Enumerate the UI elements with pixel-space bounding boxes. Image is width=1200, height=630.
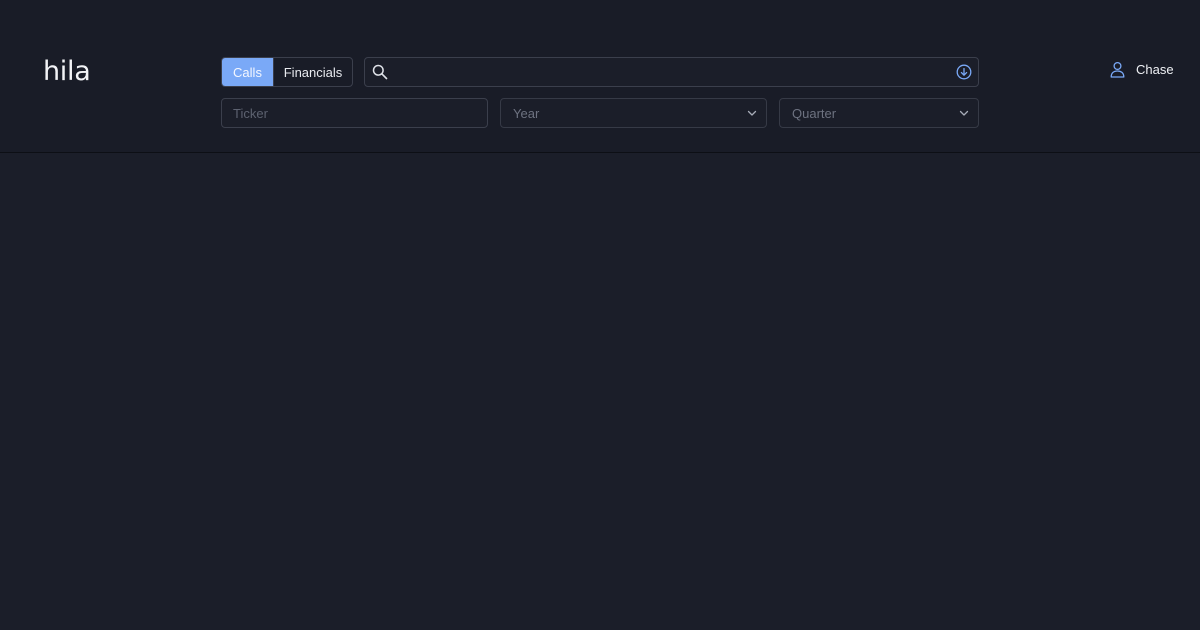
calls-tab[interactable]: Calls — [222, 58, 273, 86]
user-menu[interactable]: Chase — [1109, 61, 1174, 78]
chevron-down-icon — [959, 110, 969, 116]
ticker-field — [221, 98, 488, 128]
ticker-input[interactable] — [233, 99, 476, 127]
chevron-down-icon — [747, 110, 757, 116]
user-name: Chase — [1136, 62, 1174, 77]
user-icon — [1110, 61, 1125, 78]
mode-toggle: Calls Financials — [221, 57, 353, 87]
search-icon — [372, 64, 388, 80]
search-input[interactable] — [395, 58, 951, 86]
year-select-label: Year — [513, 106, 540, 121]
search-bar — [364, 57, 979, 87]
financials-tab[interactable]: Financials — [273, 58, 352, 86]
app-logo: hila — [43, 56, 91, 87]
quarter-select[interactable]: Quarter — [779, 98, 979, 128]
top-header: hila Calls Financials Year Quarter — [0, 0, 1200, 153]
year-select[interactable]: Year — [500, 98, 767, 128]
main-content-area — [0, 154, 1200, 630]
arrow-down-circle-icon[interactable] — [956, 64, 972, 80]
quarter-select-label: Quarter — [792, 106, 837, 121]
